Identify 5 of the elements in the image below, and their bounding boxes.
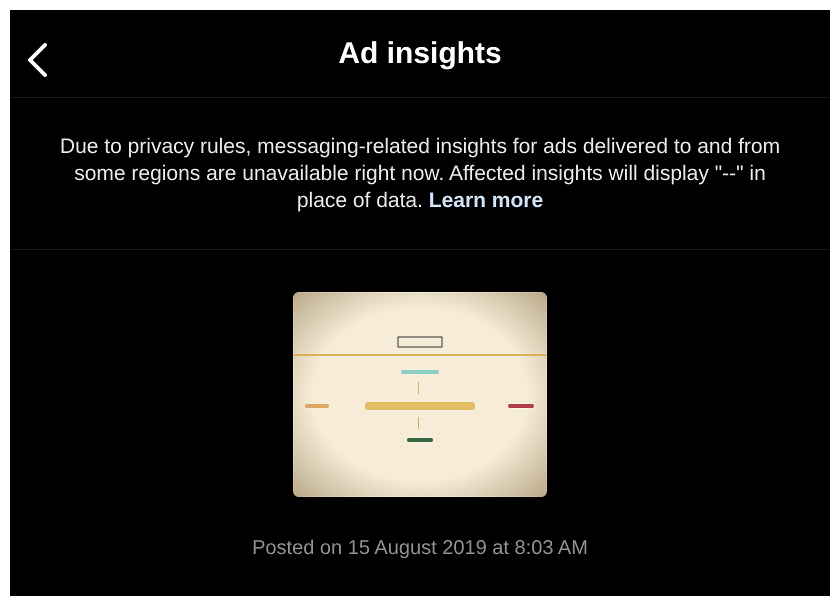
back-icon[interactable] xyxy=(26,42,48,78)
learn-more-link[interactable]: Learn more xyxy=(428,189,544,212)
posted-date: Posted on 15 August 2019 at 8:03 AM xyxy=(252,536,588,561)
page-title: Ad insights xyxy=(338,36,502,72)
privacy-notice: Due to privacy rules, messaging-related insights for ads delivered to and from some regions are unavailable right now. Affected insights will display "--" in place of data. Learn more xyxy=(58,134,782,214)
